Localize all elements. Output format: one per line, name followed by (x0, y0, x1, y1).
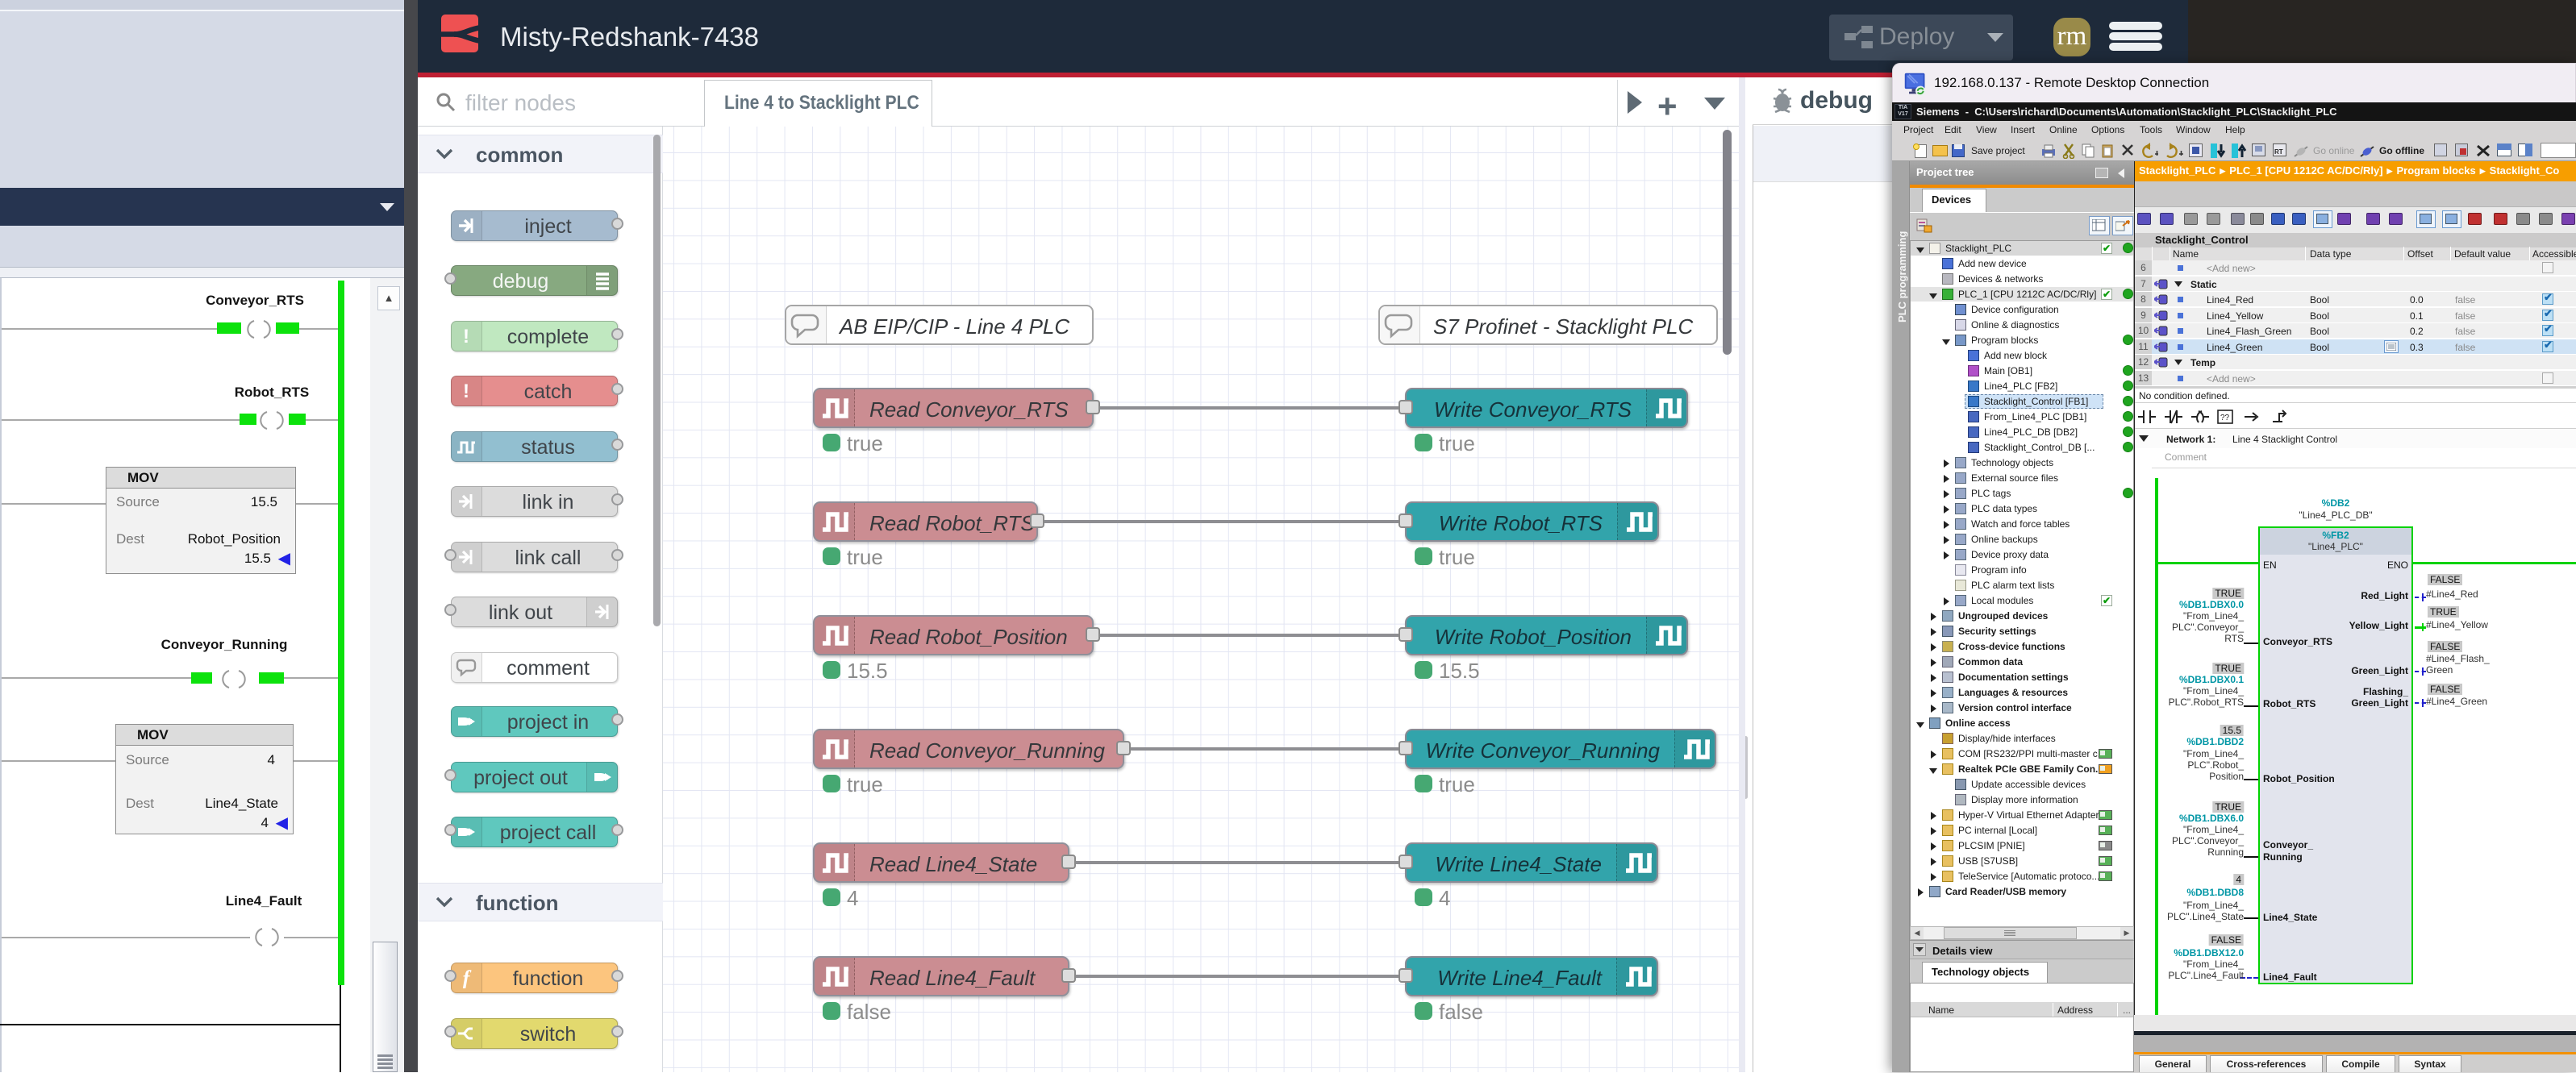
svg-text:!: ! (463, 326, 469, 347)
svg-text:!: ! (463, 381, 469, 401)
svg-text:??: ?? (2220, 414, 2230, 422)
svg-text:f: f (463, 967, 472, 988)
